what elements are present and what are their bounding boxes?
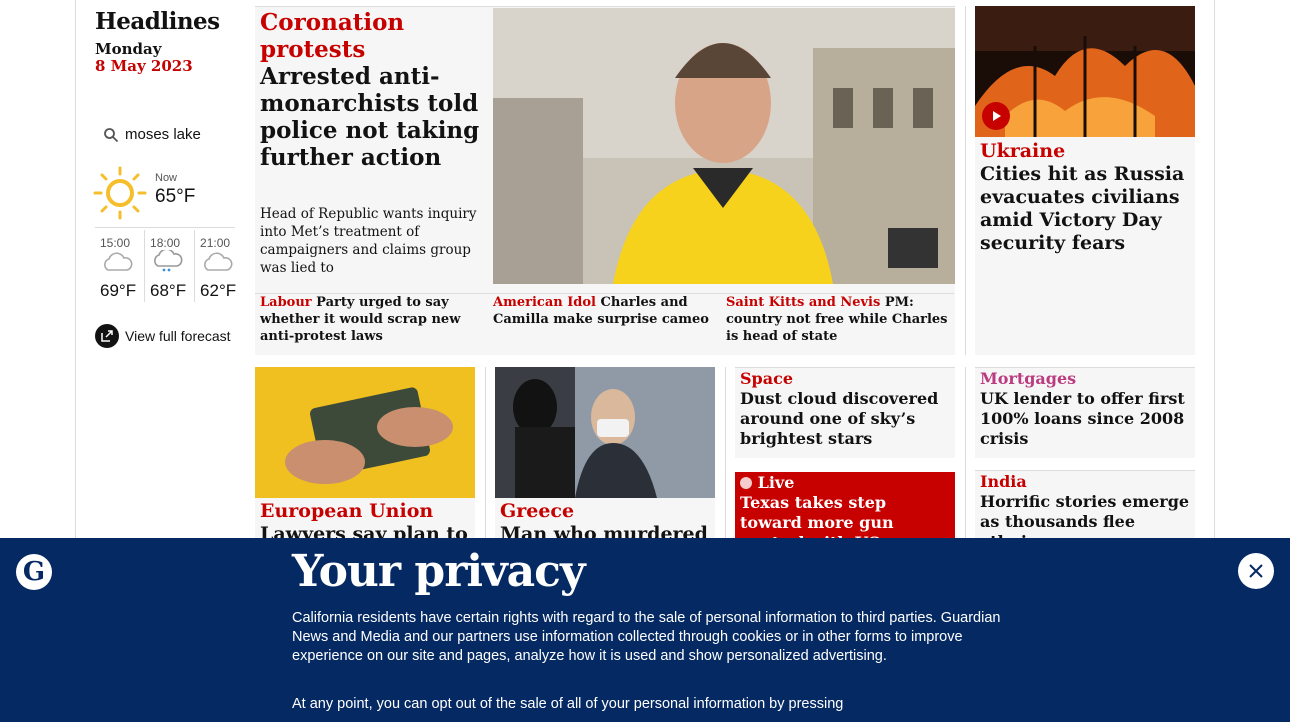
forecast-slot: 15:00 69°F — [95, 230, 146, 302]
close-button[interactable] — [1238, 553, 1274, 589]
guardian-logo-icon: G — [16, 554, 52, 590]
full-forecast-link[interactable]: View full forecast — [95, 324, 231, 348]
space-kicker: Space — [740, 369, 794, 388]
space-headline-text[interactable]: Dust cloud discovered around one of sky’… — [740, 389, 938, 448]
mortgages-headline-text[interactable]: UK lender to offer first 100% loans sinc… — [980, 389, 1185, 448]
cloud-icon — [204, 252, 233, 271]
space-story[interactable]: Space Dust cloud discovered around one o… — [735, 367, 955, 458]
lead-standfirst: Head of Republic wants inquiry into Met’… — [260, 206, 477, 276]
privacy-banner: G Your privacy California residents have… — [0, 538, 1290, 722]
lead-sublinks: Labour Party urged to say whether it wou… — [255, 293, 955, 345]
location-value[interactable]: moses lake — [125, 126, 201, 143]
search-icon — [104, 127, 119, 142]
cloud-icon — [104, 252, 133, 271]
play-video-icon[interactable] — [982, 102, 1010, 130]
hourly-forecast: 15:00 69°F 18:00 68°F 21:00 62°F — [95, 230, 245, 302]
greece-story[interactable]: Greece Man who murdered — [495, 367, 715, 545]
rain-cloud-icon — [154, 248, 183, 272]
now-label: Now — [155, 172, 178, 184]
full-forecast-label[interactable]: View full forecast — [125, 328, 231, 344]
lead-headline-text[interactable]: Arrested anti-monarchists told police no… — [260, 63, 479, 171]
india-kicker: India — [980, 472, 1027, 491]
day-label: Monday — [95, 40, 162, 58]
forecast-time: 15:00 — [100, 236, 131, 250]
location-search[interactable]: moses lake — [103, 126, 235, 143]
space-headline[interactable]: Space Dust cloud discovered around one o… — [735, 368, 955, 450]
forecast-slot: 21:00 62°F — [195, 230, 245, 302]
live-kicker: Live — [757, 473, 795, 492]
now-temp: 65°F — [155, 186, 196, 207]
column-divider — [485, 367, 486, 538]
ukraine-kicker: Ukraine — [980, 140, 1066, 162]
column-divider — [725, 367, 726, 538]
sublink-saint-kitts[interactable]: Saint Kitts and Nevis PM: country not fr… — [721, 293, 954, 345]
mortgages-headline[interactable]: Mortgages UK lender to offer first 100% … — [975, 368, 1195, 450]
sublink-kicker: American Idol — [493, 295, 596, 310]
ukraine-headline[interactable]: Ukraine Cities hit as Russia evacuates c… — [980, 140, 1190, 255]
eu-kicker: European Union — [260, 500, 434, 522]
lead-story[interactable]: Coronation protests Arrested anti-monarc… — [255, 6, 955, 355]
ukraine-story[interactable]: Ukraine Cities hit as Russia evacuates c… — [975, 6, 1195, 355]
close-icon — [1249, 564, 1263, 578]
date-label: 8 May 2023 — [95, 57, 193, 75]
mortgages-kicker: Mortgages — [980, 369, 1077, 388]
external-link-icon — [95, 324, 119, 348]
sublink-labour[interactable]: Labour Party urged to say whether it wou… — [255, 293, 488, 345]
sun-icon — [93, 166, 147, 220]
lead-image[interactable] — [493, 8, 955, 284]
current-weather: Now 65°F — [93, 158, 235, 228]
live-badge: Live — [740, 473, 950, 493]
privacy-text: California residents have certain rights… — [292, 610, 1001, 664]
forecast-temp: 68°F — [150, 281, 187, 300]
mortgages-story[interactable]: Mortgages UK lender to offer first 100% … — [975, 367, 1195, 458]
left-column: Headlines Monday 8 May 2023 moses lake N… — [93, 8, 236, 348]
eu-story[interactable]: European Union Lawyers say plan to — [255, 367, 475, 545]
greece-kicker: Greece — [500, 500, 575, 522]
forecast-slot: 18:00 68°F — [145, 230, 196, 302]
forecast-time: 21:00 — [200, 236, 231, 250]
forecast-temp: 62°F — [200, 281, 237, 300]
lead-kicker: Coronation protests — [260, 9, 405, 63]
live-dot-icon — [740, 477, 752, 489]
privacy-text-optout: At any point, you can opt out of the sal… — [292, 696, 844, 712]
lead-headline[interactable]: Coronation protests Arrested anti-monarc… — [260, 9, 485, 171]
eu-image[interactable] — [255, 367, 475, 498]
india-story[interactable]: India Horrific stories emerge as thousan… — [975, 470, 1195, 551]
sublink-kicker: Saint Kitts and Nevis — [726, 295, 881, 310]
privacy-title: Your privacy — [292, 546, 586, 597]
column-divider — [965, 367, 966, 538]
forecast-time: 18:00 — [150, 236, 181, 250]
ukraine-headline-text[interactable]: Cities hit as Russia evacuates civilians… — [980, 163, 1184, 254]
live-story[interactable]: Live Texas takes step toward more gun co… — [735, 472, 955, 552]
section-title: Headlines — [95, 8, 220, 35]
forecast-temp: 69°F — [100, 281, 137, 300]
sublink-kicker: Labour — [260, 295, 312, 310]
column-divider — [965, 6, 966, 355]
sublink-american-idol[interactable]: American Idol Charles and Camilla make s… — [488, 293, 721, 345]
greece-image[interactable] — [495, 367, 715, 498]
